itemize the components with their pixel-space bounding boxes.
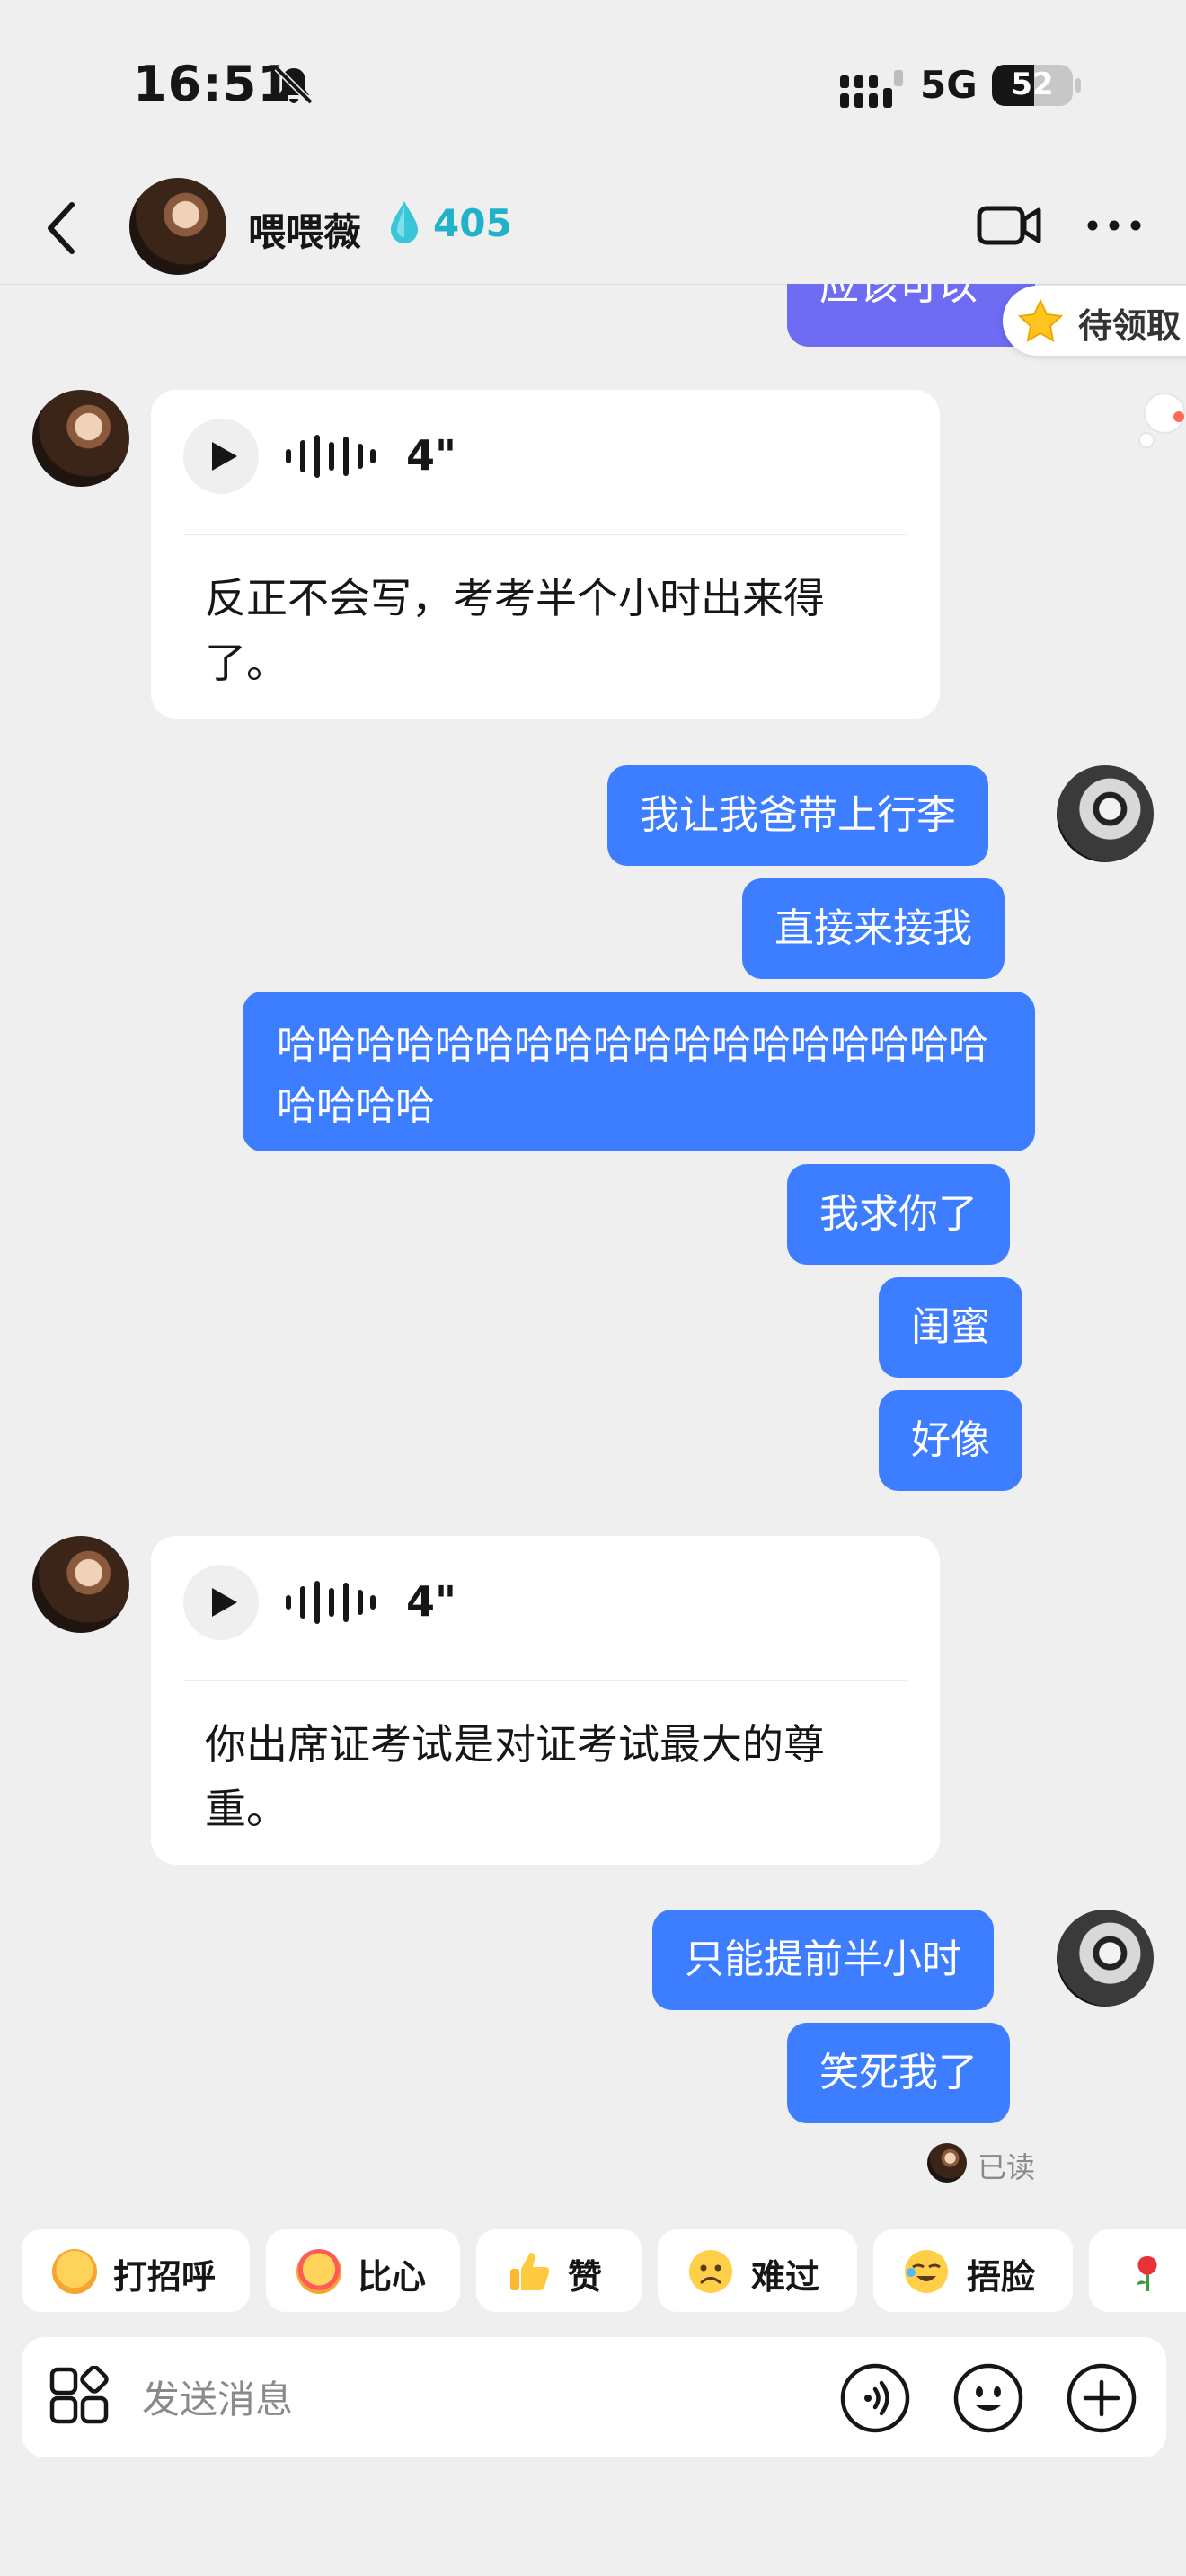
voice-input-icon[interactable]: [839, 2362, 911, 2434]
quick-reply-label: 赞: [568, 2257, 603, 2297]
voice-transcript: 反正不会写，考考半个小时出来得了。: [205, 574, 825, 687]
thumbs-up-icon: [510, 2253, 550, 2290]
play-icon: [212, 1588, 237, 1617]
voice-message-card[interactable]: 4" 反正不会写，考考半个小时出来得了。: [151, 390, 940, 719]
decoration-sticker-icon: [1138, 393, 1185, 448]
quick-reply-greet[interactable]: 打招呼: [22, 2229, 250, 2312]
quick-reply-like[interactable]: 赞: [476, 2229, 642, 2312]
my-avatar[interactable]: [1057, 765, 1154, 862]
sad-face-icon: [689, 2250, 732, 2293]
quick-reply-label: 比心: [358, 2257, 427, 2297]
video-call-icon[interactable]: [976, 203, 1042, 248]
emoji-icon[interactable]: [952, 2362, 1024, 2434]
partial-message-text: 应该可以: [819, 284, 978, 309]
pending-reward-label: 待领取: [1078, 306, 1182, 346]
water-drop-icon: [391, 201, 418, 243]
facepalm-emoji-icon: [905, 2250, 948, 2293]
outgoing-message[interactable]: 笑死我了: [787, 2023, 1010, 2123]
outgoing-message[interactable]: 我让我爸带上行李: [607, 765, 988, 866]
voice-message-card[interactable]: 4" 你出席证考试是对证考试最大的尊重。: [151, 1536, 940, 1865]
quick-reply-label: 难过: [751, 2257, 820, 2297]
more-icon[interactable]: [1085, 212, 1143, 239]
intimacy-score: 405: [433, 201, 512, 245]
quick-reply-label: 打招呼: [113, 2257, 217, 2297]
apps-icon[interactable]: [49, 2366, 110, 2427]
outgoing-message[interactable]: 哈哈哈哈哈哈哈哈哈哈哈哈哈哈哈哈哈哈哈哈哈哈: [243, 992, 1035, 1151]
status-bar: 16:51 5G 52: [0, 0, 1186, 171]
heart-hands-emoji-icon: [296, 2249, 341, 2294]
voice-duration: 4": [406, 431, 456, 480]
read-receipt-avatar: [927, 2143, 967, 2183]
rose-icon: [1137, 2256, 1157, 2291]
bell-off-icon: [274, 66, 314, 105]
contact-avatar[interactable]: [129, 178, 226, 275]
pending-reward-badge[interactable]: 待领取: [1003, 286, 1186, 356]
quick-reply-rose[interactable]: [1089, 2229, 1186, 2312]
contact-name[interactable]: 喂喂薇: [248, 202, 361, 257]
voice-wave-icon: [286, 1581, 376, 1624]
back-icon[interactable]: [41, 199, 86, 257]
status-time: 16:51: [133, 56, 292, 112]
divider: [183, 534, 907, 535]
wave-hello-emoji-icon: [52, 2249, 97, 2294]
battery-percentage: 52: [1011, 66, 1054, 102]
outgoing-message[interactable]: 好像: [879, 1390, 1022, 1491]
star-icon: [1017, 298, 1064, 342]
outgoing-message[interactable]: 闺蜜: [879, 1277, 1022, 1378]
battery-nub: [1075, 78, 1081, 93]
quick-reply-sad[interactable]: 难过: [658, 2229, 857, 2312]
network-type: 5G: [920, 63, 978, 107]
voice-wave-icon: [286, 435, 376, 478]
read-status: 已读: [978, 2150, 1036, 2184]
quick-reply-facepalm[interactable]: 捂脸: [873, 2229, 1073, 2312]
voice-transcript: 你出席证考试是对证考试最大的尊重。: [205, 1720, 825, 1833]
divider: [183, 1680, 907, 1681]
outgoing-message[interactable]: 我求你了: [787, 1164, 1010, 1265]
my-avatar[interactable]: [1057, 1910, 1154, 2007]
outgoing-message[interactable]: 直接来接我: [742, 878, 1005, 979]
signal-icon: [840, 70, 903, 108]
quick-reply-heart[interactable]: 比心: [266, 2229, 460, 2312]
play-button[interactable]: [183, 1565, 259, 1640]
play-button[interactable]: [183, 419, 259, 494]
outgoing-message[interactable]: 只能提前半小时: [652, 1910, 994, 2010]
partial-message-bubble[interactable]: 应该可以: [787, 284, 1035, 347]
plus-icon[interactable]: [1066, 2362, 1137, 2434]
voice-duration: 4": [406, 1577, 456, 1626]
contact-message-avatar[interactable]: [32, 390, 129, 487]
battery-indicator: 52: [992, 65, 1073, 106]
contact-message-avatar[interactable]: [32, 1536, 129, 1633]
play-icon: [212, 442, 237, 471]
quick-reply-label: 捂脸: [967, 2257, 1036, 2297]
message-input[interactable]: [140, 2371, 773, 2427]
